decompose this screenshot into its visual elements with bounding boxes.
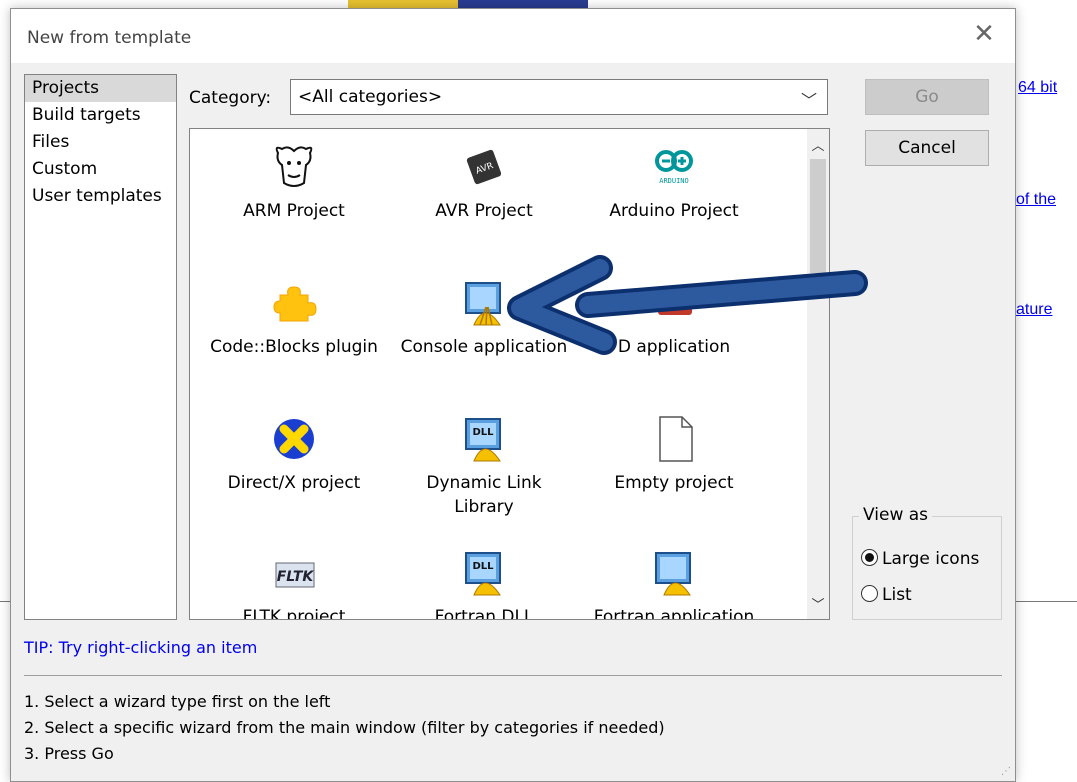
new-from-template-dialog: New from template ✕ Projects Build targe…: [10, 8, 1016, 782]
template-label: Console application: [400, 337, 568, 357]
template-console-application[interactable]: Console application: [390, 279, 578, 359]
background-link-64bit[interactable]: 64 bit: [1018, 79, 1057, 97]
fltk-icon-text: FLTK: [277, 569, 315, 585]
background-divider-left: [0, 601, 10, 602]
background-link-of-the[interactable]: of the: [1016, 191, 1056, 209]
template-label: ARM Project: [243, 201, 345, 221]
template-label-line2: Library: [454, 497, 514, 517]
template-grid-scrollbar[interactable]: ︿ ﹀: [807, 129, 829, 619]
instruction-1: 1. Select a wizard type first on the lef…: [24, 692, 331, 711]
dialog-title: New from template: [27, 28, 192, 48]
close-icon[interactable]: ✕: [969, 19, 999, 49]
arduino-icon: ARDUINO: [650, 143, 698, 191]
template-fortran-dll[interactable]: DLL Fortran DLL: [390, 549, 578, 620]
fltk-icon: FLTK: [270, 549, 318, 597]
template-arm-project[interactable]: ARM Project: [200, 143, 388, 223]
template-dynamic-link-library[interactable]: DLL Dynamic Link Library: [390, 415, 578, 519]
template-label: Fortran DLL: [434, 607, 534, 620]
gnu-icon: [270, 143, 318, 191]
radio-selected-icon: [861, 549, 878, 566]
puzzle-icon: [270, 279, 318, 327]
console-app-icon: [460, 279, 508, 327]
large-icons-radio[interactable]: Large icons: [861, 549, 979, 569]
category-select[interactable]: <All categories> ﹀: [290, 79, 828, 115]
divider: [24, 675, 1002, 676]
fortran-app-icon: [650, 549, 698, 597]
avr-chip-icon: AVR: [460, 143, 508, 191]
fortran-dll-icon: DLL: [460, 549, 508, 597]
template-d-application[interactable]: D application: [580, 279, 768, 359]
template-fltk-project[interactable]: FLTK FLTK project: [200, 549, 388, 620]
dialog-titlebar: New from template ✕: [11, 9, 1015, 63]
directx-icon: [270, 415, 318, 463]
resize-grip-icon[interactable]: ⋰: [1001, 766, 1011, 777]
template-arduino-project[interactable]: ARDUINO Arduino Project: [580, 143, 768, 223]
chevron-down-icon: ﹀: [800, 91, 817, 110]
template-fortran-application[interactable]: Fortran application: [580, 549, 768, 620]
template-label: FLTK project: [242, 607, 346, 620]
template-empty-project[interactable]: Empty project: [580, 415, 768, 495]
background-link-ature[interactable]: ature: [1016, 301, 1052, 319]
wizard-type-list[interactable]: Projects Build targets Files Custom User…: [24, 74, 177, 620]
list-radio[interactable]: List: [861, 585, 912, 605]
list-item-projects[interactable]: Projects: [25, 75, 176, 102]
scrollbar-thumb[interactable]: [810, 159, 826, 273]
template-directx-project[interactable]: Direct/X project: [200, 415, 388, 495]
cancel-button[interactable]: Cancel: [865, 130, 989, 166]
category-label: Category:: [189, 88, 272, 108]
template-label: Fortran application: [593, 607, 755, 620]
template-grid[interactable]: ARM Project AVR AVR Project ARDUINO Ardu…: [189, 128, 830, 620]
view-as-legend: View as: [859, 505, 933, 525]
list-item-build-targets[interactable]: Build targets: [25, 102, 176, 129]
list-item-custom[interactable]: Custom: [25, 156, 176, 183]
instruction-3: 3. Press Go: [24, 744, 114, 763]
arduino-icon-text: ARDUINO: [659, 177, 689, 185]
template-label: Code::Blocks plugin: [210, 337, 378, 357]
blank-page-icon: [650, 415, 698, 463]
tip-text: TIP: Try right-clicking an item: [24, 638, 258, 657]
template-label: Empty project: [614, 473, 734, 493]
template-avr-project[interactable]: AVR AVR Project: [390, 143, 578, 223]
template-label: Direct/X project: [227, 473, 361, 493]
background-banner: [348, 0, 588, 8]
template-label: AVR Project: [435, 201, 533, 221]
fortran-dll-icon-text: DLL: [472, 561, 494, 572]
list-item-user-templates[interactable]: User templates: [25, 183, 176, 210]
template-label: D application: [617, 337, 731, 357]
template-label: Arduino Project: [609, 201, 739, 221]
list-item-files[interactable]: Files: [25, 129, 176, 156]
dll-icon: DLL: [460, 415, 508, 463]
d-app-icon: [650, 279, 698, 327]
scroll-down-icon[interactable]: ﹀: [807, 594, 829, 613]
instruction-2: 2. Select a specific wizard from the mai…: [24, 718, 665, 737]
view-as-group: View as Large icons List: [852, 505, 1002, 620]
background-divider: [1016, 601, 1077, 602]
template-codeblocks-plugin[interactable]: Code::Blocks plugin: [200, 279, 388, 359]
radio-unselected-icon: [861, 585, 878, 602]
dll-icon-text: DLL: [472, 427, 494, 438]
go-button[interactable]: Go: [865, 79, 989, 115]
category-value: <All categories>: [298, 87, 443, 107]
scroll-up-icon[interactable]: ︿: [807, 135, 829, 154]
list-label: List: [882, 585, 912, 605]
template-label: Dynamic Link: [426, 473, 542, 493]
large-icons-label: Large icons: [882, 549, 980, 569]
